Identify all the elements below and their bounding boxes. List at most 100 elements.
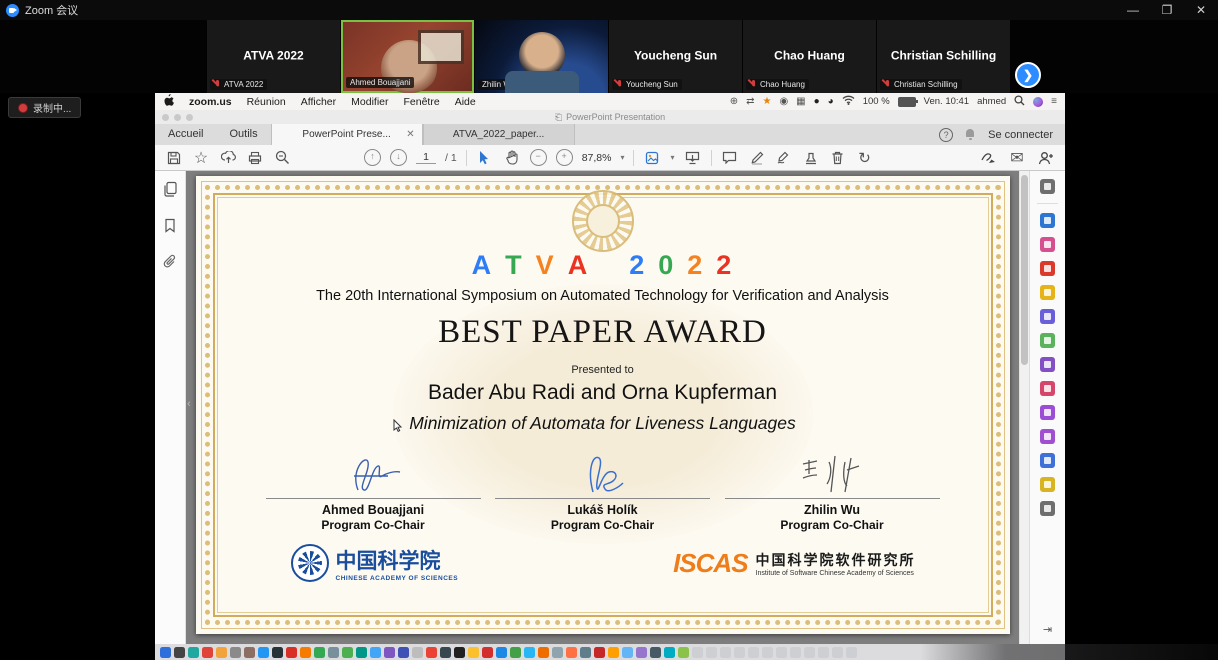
favorites-star-icon[interactable]: ★	[762, 96, 771, 107]
sign-in-button[interactable]: Se connecter	[988, 129, 1053, 141]
dock-app-icon[interactable]	[300, 647, 311, 658]
dock-app-icon[interactable]	[286, 647, 297, 658]
dock-app-icon[interactable]	[706, 647, 717, 658]
dock-app-icon[interactable]	[496, 647, 507, 658]
dock-app-icon[interactable]	[510, 647, 521, 658]
search-tool-icon[interactable]	[1040, 179, 1055, 194]
menu-item-reunion[interactable]: Réunion	[247, 96, 286, 108]
recording-badge[interactable]: 录制中...	[8, 97, 81, 118]
dock-app-icon[interactable]	[734, 647, 745, 658]
scrollbar-thumb[interactable]	[1021, 175, 1028, 365]
attachments-paperclip-icon[interactable]	[163, 254, 177, 274]
participant-tile-ahmed-video[interactable]: Ahmed Bouajjani	[341, 20, 474, 93]
wifi-icon[interactable]	[842, 95, 855, 108]
dock-app-icon[interactable]	[230, 647, 241, 658]
tab-document-active[interactable]: PowerPoint Prese... ✕	[271, 124, 423, 145]
participant-tile-chao[interactable]: Chao Huang Chao Huang	[743, 20, 876, 93]
network-globe-icon[interactable]: ⊕	[730, 96, 738, 107]
edit-pdf-tool-icon[interactable]	[1040, 237, 1055, 252]
dock-app-icon[interactable]	[622, 647, 633, 658]
close-button[interactable]: ✕	[1184, 0, 1218, 20]
dock-app-icon[interactable]	[608, 647, 619, 658]
page-display-icon[interactable]	[643, 149, 661, 167]
dock-app-icon[interactable]	[440, 647, 451, 658]
save-icon[interactable]	[165, 149, 183, 167]
dock-app-icon[interactable]	[594, 647, 605, 658]
help-icon[interactable]: ?	[939, 128, 953, 142]
dock-app-icon[interactable]	[482, 647, 493, 658]
dock-app-icon[interactable]	[160, 647, 171, 658]
dock-app-icon[interactable]	[314, 647, 325, 658]
create-pdf-tool-icon[interactable]	[1040, 261, 1055, 276]
tab-outils[interactable]: Outils	[216, 124, 270, 145]
highlight-pencil-icon[interactable]	[748, 149, 766, 167]
dock-app-icon[interactable]	[244, 647, 255, 658]
menu-item-appname[interactable]: zoom.us	[189, 96, 232, 108]
menu-item-modifier[interactable]: Modifier	[351, 96, 388, 108]
dock-app-icon[interactable]	[678, 647, 689, 658]
select-pointer-icon[interactable]	[476, 149, 494, 167]
dock-app-icon[interactable]	[748, 647, 759, 658]
tab-document-inactive[interactable]: ATVA_2022_paper...	[423, 124, 575, 145]
open-tools-pane-icon[interactable]: ⇥	[1043, 623, 1052, 636]
dock-app-icon[interactable]	[188, 647, 199, 658]
lock-icon[interactable]: ◉	[779, 96, 788, 107]
dock-app-icon[interactable]	[538, 647, 549, 658]
star-favorite-icon[interactable]: ☆	[192, 149, 210, 167]
zoom-in-icon[interactable]: +	[556, 149, 573, 166]
menu-item-fenetre[interactable]: Fenêtre	[404, 96, 440, 108]
share-upload-icon[interactable]	[219, 149, 237, 167]
notification-center-icon[interactable]: ≡	[1051, 96, 1057, 107]
trash-icon[interactable]	[829, 149, 847, 167]
dock-app-icon[interactable]	[846, 647, 857, 658]
dock-app-icon[interactable]	[426, 647, 437, 658]
zoom-level-select[interactable]: 87,8%	[582, 152, 612, 164]
fill-sign-tool-icon[interactable]	[1040, 381, 1055, 396]
dock-app-icon[interactable]	[762, 647, 773, 658]
dock-app-icon[interactable]	[566, 647, 577, 658]
dock-app-icon[interactable]	[790, 647, 801, 658]
rich-media-tool-icon[interactable]	[1040, 429, 1055, 444]
siri-icon[interactable]	[1033, 97, 1043, 107]
more-tools-icon[interactable]	[1040, 501, 1055, 516]
participant-tile-atva2022[interactable]: ATVA 2022 ATVA 2022	[207, 20, 340, 93]
dock-app-icon[interactable]	[804, 647, 815, 658]
bookmarks-icon[interactable]	[164, 218, 176, 238]
page-thumbnails-icon[interactable]	[163, 181, 178, 202]
dock-app-icon[interactable]	[216, 647, 227, 658]
menu-item-aide[interactable]: Aide	[455, 96, 476, 108]
chevron-down-icon[interactable]: ▾	[620, 153, 624, 162]
dock-app-icon[interactable]	[552, 647, 563, 658]
signature-pen-icon[interactable]	[775, 149, 793, 167]
dock-app-icon[interactable]	[468, 647, 479, 658]
presentation-download-icon[interactable]	[684, 149, 702, 167]
dock-app-icon[interactable]	[650, 647, 661, 658]
prepare-form-tool-icon[interactable]	[1040, 405, 1055, 420]
dock-app-icon[interactable]	[398, 647, 409, 658]
menu-clock[interactable]: Ven. 10:41	[924, 96, 969, 107]
dock-app-icon[interactable]	[412, 647, 423, 658]
dock-app-icon[interactable]	[328, 647, 339, 658]
organize-pages-tool-icon[interactable]	[1040, 333, 1055, 348]
menu-item-afficher[interactable]: Afficher	[301, 96, 336, 108]
dock-app-icon[interactable]	[692, 647, 703, 658]
menu-user[interactable]: ahmed	[977, 96, 1006, 107]
dock-app-icon[interactable]	[258, 647, 269, 658]
dock-app-icon[interactable]	[818, 647, 829, 658]
dock-app-icon[interactable]	[174, 647, 185, 658]
fill-sign-icon[interactable]	[979, 149, 997, 167]
comment-tool-icon[interactable]	[1040, 285, 1055, 300]
certificates-tool-icon[interactable]	[1040, 453, 1055, 468]
comment-icon[interactable]	[721, 149, 739, 167]
notifications-bell-icon[interactable]	[965, 129, 976, 140]
combine-files-tool-icon[interactable]	[1040, 309, 1055, 324]
dock-app-icon[interactable]	[356, 647, 367, 658]
compress-pdf-tool-icon[interactable]	[1040, 357, 1055, 372]
next-participants-button[interactable]: ❯	[1015, 62, 1041, 88]
shield-check-icon[interactable]: ◕	[828, 96, 834, 107]
dock-app-icon[interactable]	[776, 647, 787, 658]
zoom-out-icon[interactable]: −	[530, 149, 547, 166]
redo-icon[interactable]: ↻	[856, 149, 874, 167]
page-number-input[interactable]: 1	[416, 151, 436, 164]
minimize-button[interactable]: —	[1116, 0, 1150, 20]
